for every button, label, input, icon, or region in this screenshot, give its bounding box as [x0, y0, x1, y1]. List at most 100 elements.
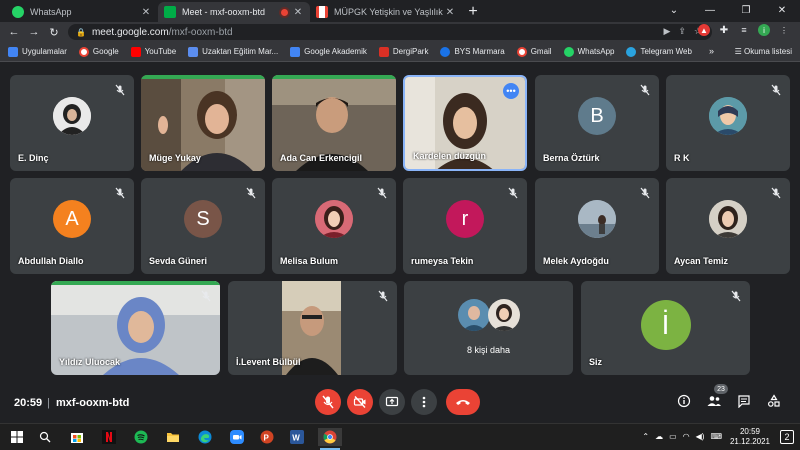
- puzzle-icon[interactable]: ✚: [718, 24, 730, 36]
- participant-tile[interactable]: Yıldız Uluocak: [51, 281, 220, 375]
- activities-button[interactable]: [766, 393, 782, 409]
- more-options-button[interactable]: [411, 389, 437, 415]
- notifications-button[interactable]: 2: [780, 430, 794, 444]
- participant-tile[interactable]: Melisa Bulum: [272, 178, 396, 274]
- reading-list-button[interactable]: ☰ Okuma listesi: [735, 47, 792, 56]
- speaking-indicator: [272, 75, 396, 79]
- extension-red-icon[interactable]: ▲: [698, 24, 710, 36]
- volume-icon[interactable]: ◀): [696, 432, 705, 441]
- search-button[interactable]: [36, 428, 54, 446]
- speaking-indicator: [141, 75, 265, 79]
- bookmark-apps[interactable]: Uygulamalar: [8, 46, 67, 57]
- participant-tile[interactable]: ••• Kardelen düzgün: [403, 75, 527, 171]
- gmail-icon: [316, 6, 328, 18]
- language-icon[interactable]: ⌨: [710, 432, 722, 441]
- bookmarks-overflow-button[interactable]: »: [709, 46, 714, 56]
- bookmark-youtube[interactable]: YouTube: [130, 46, 176, 57]
- taskbar-netflix[interactable]: [100, 428, 118, 446]
- info-button[interactable]: [676, 393, 692, 409]
- participant-tile[interactable]: B Berna Öztürk: [535, 75, 659, 171]
- windows-start-button[interactable]: [8, 428, 26, 446]
- present-icon: [385, 396, 399, 407]
- people-button[interactable]: [706, 393, 722, 409]
- address-bar[interactable]: 🔒 meet.google.com/mxf-ooxm-btd ▶ ⇪ ☆: [68, 24, 712, 40]
- close-window-button[interactable]: ✕: [764, 0, 800, 20]
- participant-name: İ.Levent Bülbül: [236, 357, 301, 367]
- bookmark-google[interactable]: Google: [78, 46, 119, 57]
- system-tray: ⌃ ☁ ▭ ◠ ◀) ⌨: [642, 432, 722, 441]
- close-icon[interactable]: ✕: [292, 7, 304, 18]
- youtube-icon: [130, 46, 141, 57]
- close-icon[interactable]: ✕: [140, 7, 152, 18]
- camera-toggle-button[interactable]: [347, 389, 373, 415]
- participant-tile[interactable]: S Sevda Güneri: [141, 178, 265, 274]
- more-options-icon[interactable]: •••: [503, 83, 519, 99]
- participant-name: rumeysa Tekin: [411, 256, 474, 266]
- wifi-icon[interactable]: ◠: [683, 432, 690, 441]
- bookmark-bys[interactable]: BYS Marmara: [440, 46, 505, 57]
- tab-mupgk[interactable]: MÜPGK Yetişkin ve Yaşlılık Psikoloji ✕: [310, 2, 462, 22]
- bookmark-whatsapp[interactable]: WhatsApp: [563, 46, 614, 57]
- taskbar-store[interactable]: [68, 428, 86, 446]
- camera-icon[interactable]: ▶: [663, 26, 670, 37]
- bookmark-uzaktan[interactable]: Uzaktan Eğitim Mar...: [188, 46, 278, 57]
- windows-taskbar: P W ⌃ ☁ ▭ ◠ ◀) ⌨ 20:59 21.12.2021 2: [0, 423, 800, 450]
- participant-tile[interactable]: r rumeysa Tekin: [403, 178, 527, 274]
- leave-call-button[interactable]: [446, 389, 480, 415]
- new-tab-button[interactable]: +: [462, 2, 484, 22]
- bookmark-scholar[interactable]: Google Akademik: [290, 46, 367, 57]
- chat-button[interactable]: [736, 393, 752, 409]
- others-tile[interactable]: 8 kişi daha: [404, 281, 573, 375]
- taskbar-file-explorer[interactable]: [164, 428, 182, 446]
- taskbar-word[interactable]: W: [288, 428, 306, 446]
- mic-off-icon: [376, 186, 388, 199]
- taskbar-chrome[interactable]: [318, 428, 342, 450]
- gmail-icon: [516, 46, 527, 57]
- dergipark-icon: [378, 46, 389, 57]
- chevron-up-icon[interactable]: ⌃: [642, 432, 649, 441]
- reload-button[interactable]: ↻: [44, 26, 64, 39]
- taskbar-clock[interactable]: 20:59 21.12.2021: [730, 427, 770, 447]
- participant-tile[interactable]: İ.Levent Bülbül: [228, 281, 397, 375]
- taskbar-zoom[interactable]: [228, 428, 246, 446]
- close-icon[interactable]: ✕: [444, 7, 456, 18]
- menu-icon[interactable]: ⋮: [778, 24, 790, 36]
- participant-tile[interactable]: Ada Can Erkencigil: [272, 75, 396, 171]
- taskbar-powerpoint[interactable]: P: [258, 428, 276, 446]
- profile-avatar[interactable]: i: [758, 24, 770, 36]
- bookmark-dergipark[interactable]: DergiPark: [378, 46, 428, 57]
- chevron-down-icon[interactable]: ⌄: [656, 0, 692, 20]
- participant-tile[interactable]: A Abdullah Diallo: [10, 178, 134, 274]
- url-host: meet.google.com: [91, 26, 169, 38]
- playlist-icon[interactable]: ≡: [738, 24, 750, 36]
- tab-whatsapp[interactable]: WhatsApp ✕: [6, 2, 158, 22]
- taskbar-edge[interactable]: [196, 428, 214, 446]
- participant-tile[interactable]: Melek Aydoğdu: [535, 178, 659, 274]
- more-vert-icon: [422, 396, 426, 408]
- minimize-button[interactable]: —: [692, 0, 728, 20]
- taskbar-spotify[interactable]: [132, 428, 150, 446]
- tab-meet[interactable]: Meet - mxf-ooxm-btd ✕: [158, 2, 310, 22]
- forward-button[interactable]: →: [24, 26, 44, 38]
- share-icon[interactable]: ⇪: [678, 26, 686, 37]
- participant-tile[interactable]: R K: [666, 75, 790, 171]
- display-icon[interactable]: ▭: [669, 432, 677, 441]
- whatsapp-icon: [12, 6, 24, 18]
- chat-icon: [738, 395, 750, 408]
- present-screen-button[interactable]: [379, 389, 405, 415]
- others-count-label: 8 kişi daha: [466, 345, 511, 355]
- bookmark-gmail[interactable]: Gmail: [516, 46, 552, 57]
- maximize-button[interactable]: ❐: [728, 0, 764, 20]
- scholar-icon: [290, 46, 301, 57]
- participant-tile[interactable]: Aycan Temiz: [666, 178, 790, 274]
- mic-toggle-button[interactable]: [315, 389, 341, 415]
- cloud-icon[interactable]: ☁: [655, 432, 663, 441]
- back-button[interactable]: ←: [4, 26, 24, 38]
- recording-icon: [281, 8, 288, 16]
- self-tile[interactable]: İ Siz: [581, 281, 750, 375]
- participant-tile[interactable]: E. Dinç: [10, 75, 134, 171]
- mic-off-icon: [770, 186, 782, 199]
- bookmark-telegram[interactable]: Telegram Web: [626, 46, 692, 57]
- spotify-icon: [134, 430, 148, 444]
- participant-tile[interactable]: Müge Yukay: [141, 75, 265, 171]
